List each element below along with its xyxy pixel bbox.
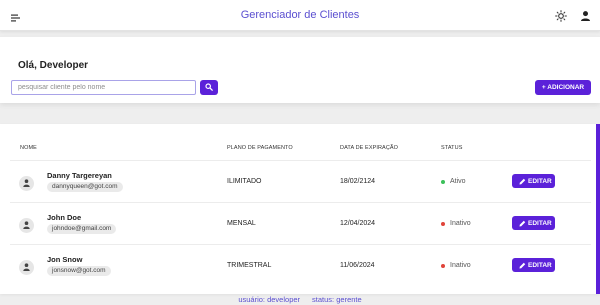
client-expiration: 18/02/2124 bbox=[340, 178, 376, 185]
search-button[interactable] bbox=[200, 80, 218, 95]
edit-label: EDITAR bbox=[528, 177, 552, 185]
greeting-heading: Olá, Developer bbox=[18, 60, 89, 71]
client-email: jonsnow@got.com bbox=[47, 266, 111, 276]
client-plan: TRIMESTRAL bbox=[227, 262, 272, 269]
sun-icon[interactable] bbox=[555, 9, 567, 22]
add-client-button[interactable]: + ADICIONAR bbox=[535, 80, 591, 95]
edit-button[interactable]: EDITAR bbox=[512, 174, 555, 188]
status-dot bbox=[441, 180, 445, 184]
pencil-icon bbox=[519, 262, 526, 269]
edit-button[interactable]: EDITAR bbox=[512, 216, 555, 230]
user-icon[interactable] bbox=[580, 9, 591, 21]
column-header-name: NOME bbox=[20, 145, 37, 151]
column-header-plan: PLANO DE PAGAMENTO bbox=[227, 145, 293, 151]
edit-label: EDITAR bbox=[528, 219, 552, 227]
client-plan: ILIMITADO bbox=[227, 178, 262, 185]
app-title: Gerenciador de Clientes bbox=[240, 9, 360, 21]
search-icon bbox=[205, 83, 213, 91]
scrollbar[interactable] bbox=[596, 124, 600, 294]
edit-label: EDITAR bbox=[528, 261, 552, 269]
pencil-icon bbox=[519, 178, 526, 185]
client-email: johndoe@gmail.com bbox=[47, 224, 117, 234]
search-input[interactable] bbox=[11, 80, 196, 95]
status-text: Inativo bbox=[450, 220, 471, 227]
status-text: Ativo bbox=[450, 178, 466, 185]
status-dot bbox=[441, 264, 445, 268]
footer-status: status: gerente bbox=[312, 295, 362, 304]
client-email: dannyqueen@got.com bbox=[47, 182, 123, 192]
status-dot bbox=[441, 222, 445, 226]
table-row: John Doe johndoe@gmail.com MENSAL 12/04/… bbox=[0, 203, 592, 244]
avatar bbox=[19, 218, 34, 233]
column-header-status: STATUS bbox=[441, 145, 463, 151]
footer-user: usuário: developer bbox=[238, 295, 301, 304]
client-plan: MENSAL bbox=[227, 220, 256, 227]
table-row: Jon Snow jonsnow@got.com TRIMESTRAL 11/0… bbox=[0, 245, 592, 286]
avatar bbox=[19, 260, 34, 275]
welcome-card: Olá, Developer + ADICIONAR bbox=[0, 37, 600, 103]
table-row: Danny Targereyan dannyqueen@got.com ILIM… bbox=[0, 161, 592, 202]
user-icon bbox=[23, 263, 30, 271]
client-name: John Doe bbox=[47, 213, 82, 222]
user-icon bbox=[23, 179, 30, 187]
client-expiration: 11/06/2024 bbox=[340, 262, 375, 269]
pencil-icon bbox=[519, 220, 526, 227]
status-text: Inativo bbox=[450, 262, 471, 269]
client-expiration: 12/04/2024 bbox=[340, 220, 376, 227]
client-name: Jon Snow bbox=[47, 255, 83, 264]
avatar bbox=[19, 176, 34, 191]
top-app-bar: Gerenciador de Clientes bbox=[0, 0, 600, 31]
clients-table: NOME PLANO DE PAGAMENTO DATA DE EXPIRAÇÃ… bbox=[0, 124, 600, 294]
user-icon bbox=[23, 221, 30, 229]
edit-button[interactable]: EDITAR bbox=[512, 258, 555, 272]
client-name: Danny Targereyan bbox=[47, 171, 112, 180]
column-header-expiration: DATA DE EXPIRAÇÃO bbox=[340, 145, 399, 151]
footer: usuário: developer status: gerente bbox=[0, 295, 600, 304]
